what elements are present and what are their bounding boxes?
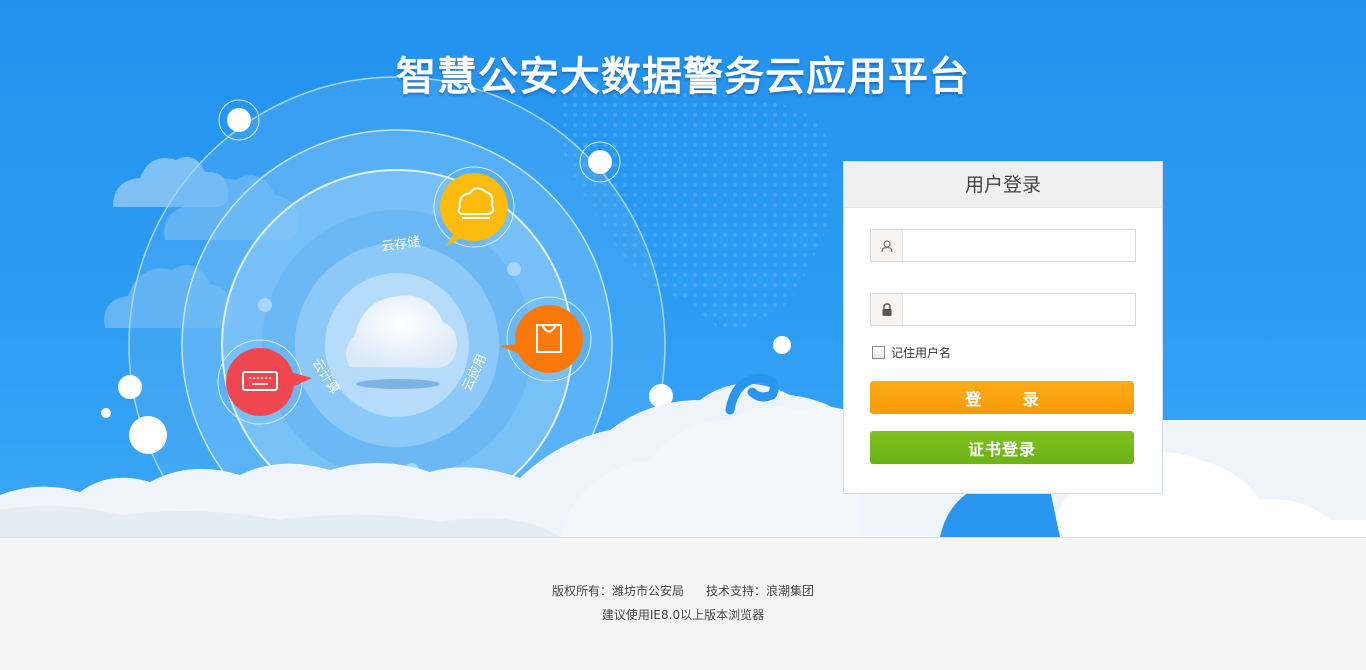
login-button[interactable]: 登 录 (870, 381, 1134, 414)
cloud-storage-node (433, 166, 515, 248)
password-field-wrapper (870, 293, 1136, 326)
username-input[interactable] (904, 230, 1135, 261)
remember-label: 记住用户名 (891, 346, 952, 360)
browser-hint: 建议使用IE8.0以上版本浏览器 (601, 608, 765, 622)
login-title: 用户登录 (844, 162, 1162, 208)
page-title: 智慧公安大数据警务云应用平台 (396, 54, 970, 100)
user-icon (871, 230, 903, 261)
lock-icon (871, 294, 903, 325)
footer: 版权所有：潍坊市公安局 技术支持：浪潮集团 建议使用IE8.0以上版本浏览器 (0, 537, 1366, 670)
username-field-wrapper (870, 229, 1136, 262)
login-panel: 用户登录 记住用户名 登 录 证书登录 (843, 161, 1163, 494)
copyright-text: 版权所有：潍坊市公安局 (551, 584, 684, 598)
remember-username[interactable]: 记住用户名 (872, 344, 951, 361)
footer-credits: 版权所有：潍坊市公安局 技术支持：浪潮集团 (0, 582, 1366, 599)
tech-support-text: 技术支持：浪潮集团 (706, 584, 815, 598)
password-input[interactable] (904, 294, 1135, 325)
certificate-login-button[interactable]: 证书登录 (870, 431, 1134, 464)
remember-checkbox[interactable] (872, 346, 885, 359)
